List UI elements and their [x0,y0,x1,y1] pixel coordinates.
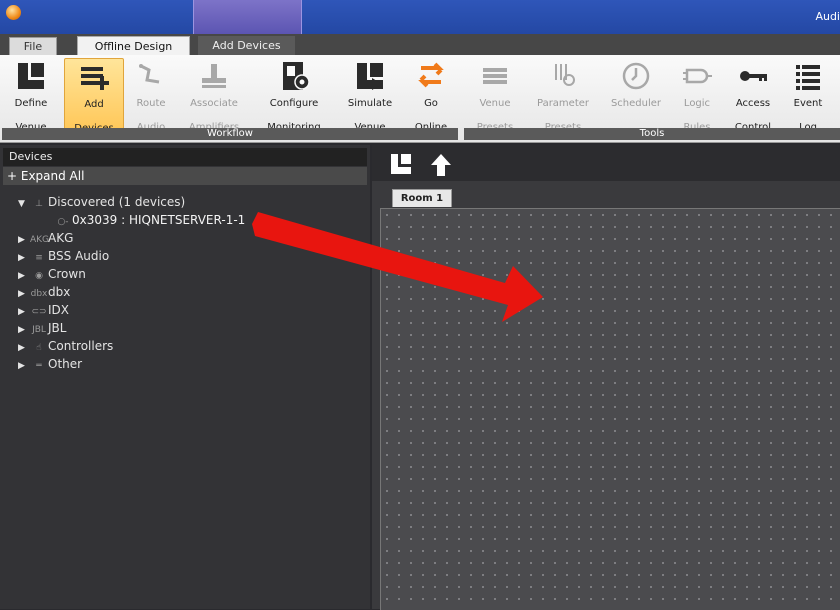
venue-presets-label: Venue [479,98,511,109]
scheduler-button[interactable]: Scheduler [604,58,668,128]
simulate-venue-icon [340,58,400,96]
workflow-group-label: Workflow [2,128,458,140]
route-audio-button[interactable]: Route Audio [126,58,176,133]
associate-amplifiers-icon [180,58,248,96]
expand-all-button[interactable]: + Expand All [3,167,367,185]
up-arrow-icon[interactable] [430,153,452,180]
tab-file[interactable]: File [9,37,57,56]
tree-node-dbx[interactable]: ▶ dbxdbx [18,283,70,301]
configure-monitoring-button[interactable]: Configure Monitoring [258,58,330,133]
event-log-button[interactable]: Event Log [784,58,832,133]
tree-node-label: Other [48,357,83,371]
simulate-venue-label: Simulate [347,98,393,109]
tree-node-label: AKG [48,231,74,245]
tree-node-jbl[interactable]: ▶ JBL JBL [18,319,66,337]
tree-node-label: Controllers [48,339,114,353]
tree-node-label: Discovered (1 devices) [48,195,186,209]
design-toolbar [372,145,840,181]
go-online-button[interactable]: Go Online [405,58,457,133]
tree-node-akg[interactable]: ▶ AKGAKG [18,229,73,247]
devices-panel-title: Devices [3,148,367,166]
go-online-label: Go [424,98,438,109]
logic-rules-label: Logic [683,98,711,109]
tab-room-1[interactable]: Room 1 [392,189,452,207]
add-devices-button[interactable]: Add Devices [64,58,124,134]
tree-node-label: JBL [48,321,67,335]
design-area: Room 1 [372,145,840,610]
venue-presets-button[interactable]: Venue Presets [468,58,522,133]
tree-node-crown[interactable]: ▶ ◉ Crown [18,265,86,283]
define-venue-button[interactable]: Define Venue [4,58,58,133]
title-bar: Audi [0,0,840,34]
parameter-presets-button[interactable]: Parameter Presets [528,58,598,133]
tab-offline-design[interactable]: Offline Design [77,36,190,56]
expand-arrow-icon[interactable]: ▼ [18,195,30,213]
ribbon: Define Venue Add Devices Route Audio Ass… [0,55,840,143]
other-device-icon: ═ [36,361,42,371]
define-venue-label: Define [14,98,48,109]
go-online-icon [405,58,457,96]
tab-add-devices[interactable]: Add Devices [198,36,295,55]
devices-panel: Devices + Expand All ▼ ⊥ Discovered (1 dev… [0,145,370,609]
key-icon [726,58,780,96]
parameter-presets-label: Parameter [536,98,590,109]
tree-node-hiqnetserver[interactable]: ○- 0x3039 : HIQNETSERVER-1-1 [54,211,245,229]
network-icon: ⊥ [35,199,43,209]
event-log-label: Event [793,98,823,109]
app-title: Audi [815,10,840,23]
tree-node-label: BSS Audio [48,249,110,263]
tree-node-other[interactable]: ▶ ═ Other [18,355,82,373]
access-control-button[interactable]: Access Control [726,58,780,133]
tree-node-label: Crown [48,267,86,281]
venue-presets-icon [468,58,522,96]
logic-rules-button[interactable]: Logic Rules [672,58,722,133]
collapsed-arrow-icon[interactable]: ▶ [18,357,30,375]
tree-node-controllers[interactable]: ▶ ☝ Controllers [18,337,113,355]
logic-rules-icon [672,58,722,96]
configure-monitoring-icon [258,58,330,96]
route-audio-icon [126,58,176,96]
event-log-icon [784,58,832,96]
define-venue-icon [4,58,58,96]
scheduler-icon [604,58,668,96]
configure-monitoring-label: Configure [269,98,319,109]
scheduler-label: Scheduler [610,98,662,109]
parameter-presets-icon [528,58,598,96]
tree-node-label: dbx [48,285,71,299]
route-audio-label: Route [136,98,166,109]
tree-node-discovered[interactable]: ▼ ⊥ Discovered (1 devices) [18,193,185,211]
add-devices-icon [65,59,123,97]
associate-amplifiers-label: Associate [190,98,238,109]
tree-node-bss-audio[interactable]: ▶ ≡ BSS Audio [18,247,109,265]
tree-node-idx[interactable]: ▶ ⊂⊃IDX [18,301,69,319]
contextual-tab-highlight [193,0,302,34]
associate-amplifiers-button[interactable]: Associate Amplifiers [180,58,248,133]
application-menu-icon[interactable] [6,5,21,20]
add-devices-label: Add [84,99,104,110]
access-control-label: Access [735,98,771,109]
tree-node-label: IDX [48,303,69,317]
tools-group-label: Tools [464,128,840,140]
venue-layout-icon[interactable] [390,153,412,178]
tree-node-label: 0x3039 : HIQNETSERVER-1-1 [72,213,246,227]
simulate-venue-button[interactable]: Simulate Venue [340,58,400,133]
design-canvas[interactable] [380,208,840,610]
